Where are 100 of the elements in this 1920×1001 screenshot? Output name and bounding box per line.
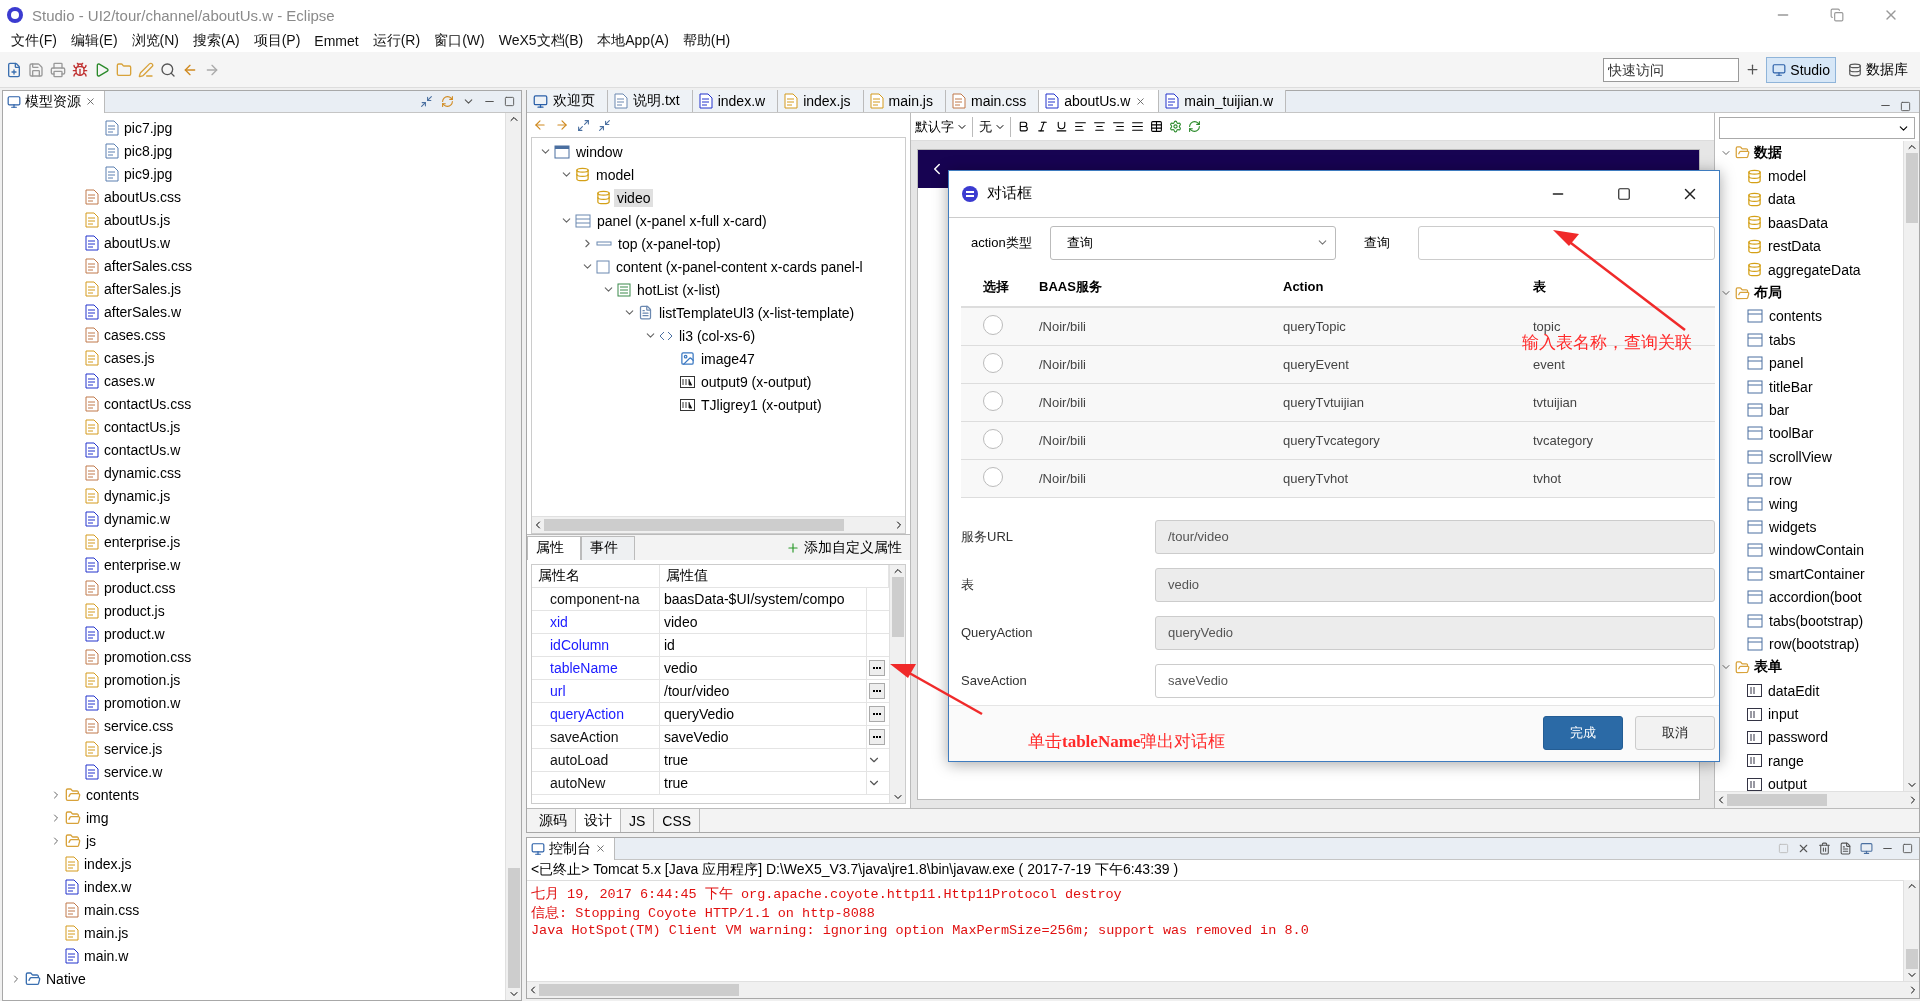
- file-tree-item[interactable]: pic8.jpg: [124, 142, 173, 159]
- settings-icon[interactable]: [1169, 120, 1182, 133]
- file-tree-item[interactable]: dynamic.css: [104, 464, 182, 481]
- file-tree-item[interactable]: pic7.jpg: [124, 119, 173, 136]
- scrollbar[interactable]: [1903, 880, 1919, 981]
- play-icon[interactable]: [94, 61, 110, 78]
- radio-button[interactable]: [983, 466, 1003, 487]
- new-file-icon[interactable]: [6, 61, 22, 78]
- file-tree-item[interactable]: contactUs.js: [104, 418, 181, 435]
- outline-item[interactable]: video: [614, 188, 654, 207]
- italic-icon[interactable]: [1036, 120, 1049, 133]
- editor-tab[interactable]: main.js: [863, 90, 946, 112]
- menu-item[interactable]: 项目(P): [246, 32, 308, 50]
- editor-mode-tab[interactable]: JS: [621, 809, 655, 832]
- outline-item[interactable]: output9 (x-output): [698, 372, 815, 391]
- menu-item[interactable]: 浏览(N): [124, 32, 186, 50]
- scrollbar[interactable]: [1715, 791, 1919, 808]
- radio-button[interactable]: [983, 314, 1003, 335]
- align-left-icon[interactable]: [1074, 120, 1087, 133]
- palette-item[interactable]: range: [1768, 752, 1804, 769]
- property-value[interactable]: vedio: [660, 657, 867, 680]
- cancel-button[interactable]: 取消: [1635, 716, 1715, 751]
- file-tree-item[interactable]: Native: [46, 970, 86, 987]
- align-center-icon[interactable]: [1093, 120, 1106, 133]
- table-icon[interactable]: [1150, 120, 1163, 133]
- quick-access-field[interactable]: 快速访问: [1603, 57, 1740, 82]
- maximize-icon[interactable]: [504, 96, 515, 107]
- scroll-thumb[interactable]: [507, 868, 520, 988]
- file-tree-item[interactable]: aboutUs.js: [104, 211, 171, 228]
- file-tree-item[interactable]: product.js: [104, 602, 165, 619]
- file-tree-item[interactable]: contactUs.css: [104, 395, 192, 412]
- editor-tab[interactable]: index.js: [778, 90, 864, 112]
- outline-item[interactable]: top (x-panel-top): [615, 234, 724, 253]
- file-tree-item[interactable]: afterSales.css: [104, 257, 192, 274]
- file-tree-item[interactable]: afterSales.w: [104, 303, 182, 320]
- size-select[interactable]: 无: [979, 116, 1011, 137]
- font-select[interactable]: 默认字: [915, 116, 973, 137]
- radio-button[interactable]: [983, 428, 1003, 449]
- outline-item[interactable]: hotList (x-list): [634, 280, 724, 299]
- palette-item[interactable]: baasData: [1768, 214, 1828, 231]
- file-tree-item[interactable]: js: [86, 832, 97, 849]
- refresh-icon[interactable]: [1188, 120, 1201, 133]
- property-value[interactable]: /tour/video: [660, 680, 867, 703]
- view-tab[interactable]: 模型资源: [3, 90, 105, 113]
- file-tree-item[interactable]: img: [86, 809, 109, 826]
- menu-item[interactable]: 编辑(E): [63, 32, 125, 50]
- query-field[interactable]: [1417, 225, 1715, 260]
- text-field[interactable]: saveVedio: [1155, 663, 1715, 698]
- menu-item[interactable]: Emmet: [307, 33, 366, 49]
- more-button[interactable]: [869, 729, 885, 745]
- property-value[interactable]: true: [660, 749, 867, 772]
- file-tree-item[interactable]: enterprise.w: [104, 556, 181, 573]
- editor-tab[interactable]: aboutUs.w: [1039, 90, 1160, 112]
- maximize-icon[interactable]: [1902, 843, 1913, 854]
- editor-tab[interactable]: main_tuijian.w: [1159, 90, 1287, 112]
- property-value[interactable]: video: [660, 611, 867, 634]
- palette-item[interactable]: titleBar: [1769, 378, 1813, 395]
- property-value[interactable]: true: [660, 772, 867, 795]
- outline-item[interactable]: TJligrey1 (x-output): [698, 395, 825, 414]
- palette-group[interactable]: 布局: [1754, 284, 1782, 303]
- properties-tab[interactable]: 属性: [527, 535, 581, 560]
- file-tree-item[interactable]: service.css: [104, 717, 174, 734]
- outline-item[interactable]: window: [573, 142, 626, 161]
- more-button[interactable]: [869, 706, 885, 722]
- document-icon[interactable]: [1839, 842, 1852, 855]
- perspective-button[interactable]: Studio: [1766, 56, 1836, 83]
- more-button[interactable]: [869, 683, 885, 699]
- palette-item[interactable]: data: [1768, 191, 1796, 208]
- menu-item[interactable]: 本地App(A): [590, 32, 676, 50]
- palette-group[interactable]: 表单: [1754, 658, 1782, 677]
- menu-item[interactable]: 搜索(A): [186, 32, 247, 50]
- palette-item[interactable]: smartContainer: [1769, 565, 1865, 582]
- file-tree-item[interactable]: aboutUs.w: [104, 234, 171, 251]
- menu-item[interactable]: WeX5文档(B): [491, 32, 591, 50]
- view-tab[interactable]: 控制台: [527, 837, 615, 860]
- scroll-thumb[interactable]: [1727, 794, 1827, 806]
- file-tree-item[interactable]: dynamic.w: [104, 510, 171, 527]
- outline-item[interactable]: model: [593, 165, 638, 184]
- file-tree-item[interactable]: contents: [86, 786, 139, 803]
- property-value[interactable]: saveVedio: [660, 726, 867, 749]
- radio-button[interactable]: [983, 352, 1003, 373]
- palette-item[interactable]: dataEdit: [1768, 682, 1820, 699]
- editor-mode-tab[interactable]: 设计: [576, 809, 621, 832]
- palette-item[interactable]: tabs(bootstrap): [1769, 612, 1864, 629]
- scrollbar[interactable]: [505, 113, 521, 1000]
- palette-item[interactable]: restData: [1768, 238, 1821, 255]
- file-tree-item[interactable]: contactUs.w: [104, 441, 181, 458]
- save-icon[interactable]: [28, 61, 44, 78]
- palette-item[interactable]: model: [1768, 168, 1807, 185]
- file-tree-item[interactable]: promotion.css: [104, 648, 192, 665]
- file-tree-item[interactable]: product.w: [104, 625, 165, 642]
- outline-item[interactable]: content (x-panel-content x-cards panel-l: [613, 257, 866, 276]
- perspective-button[interactable]: 数据库: [1842, 56, 1914, 83]
- scroll-thumb[interactable]: [539, 984, 739, 996]
- file-tree-item[interactable]: main.w: [84, 947, 129, 964]
- collapse-all-icon[interactable]: [598, 118, 611, 132]
- palette-item[interactable]: wing: [1769, 495, 1798, 512]
- palette-item[interactable]: input: [1768, 706, 1799, 723]
- menu-item[interactable]: 文件(F): [4, 32, 64, 50]
- radio-button[interactable]: [983, 390, 1003, 411]
